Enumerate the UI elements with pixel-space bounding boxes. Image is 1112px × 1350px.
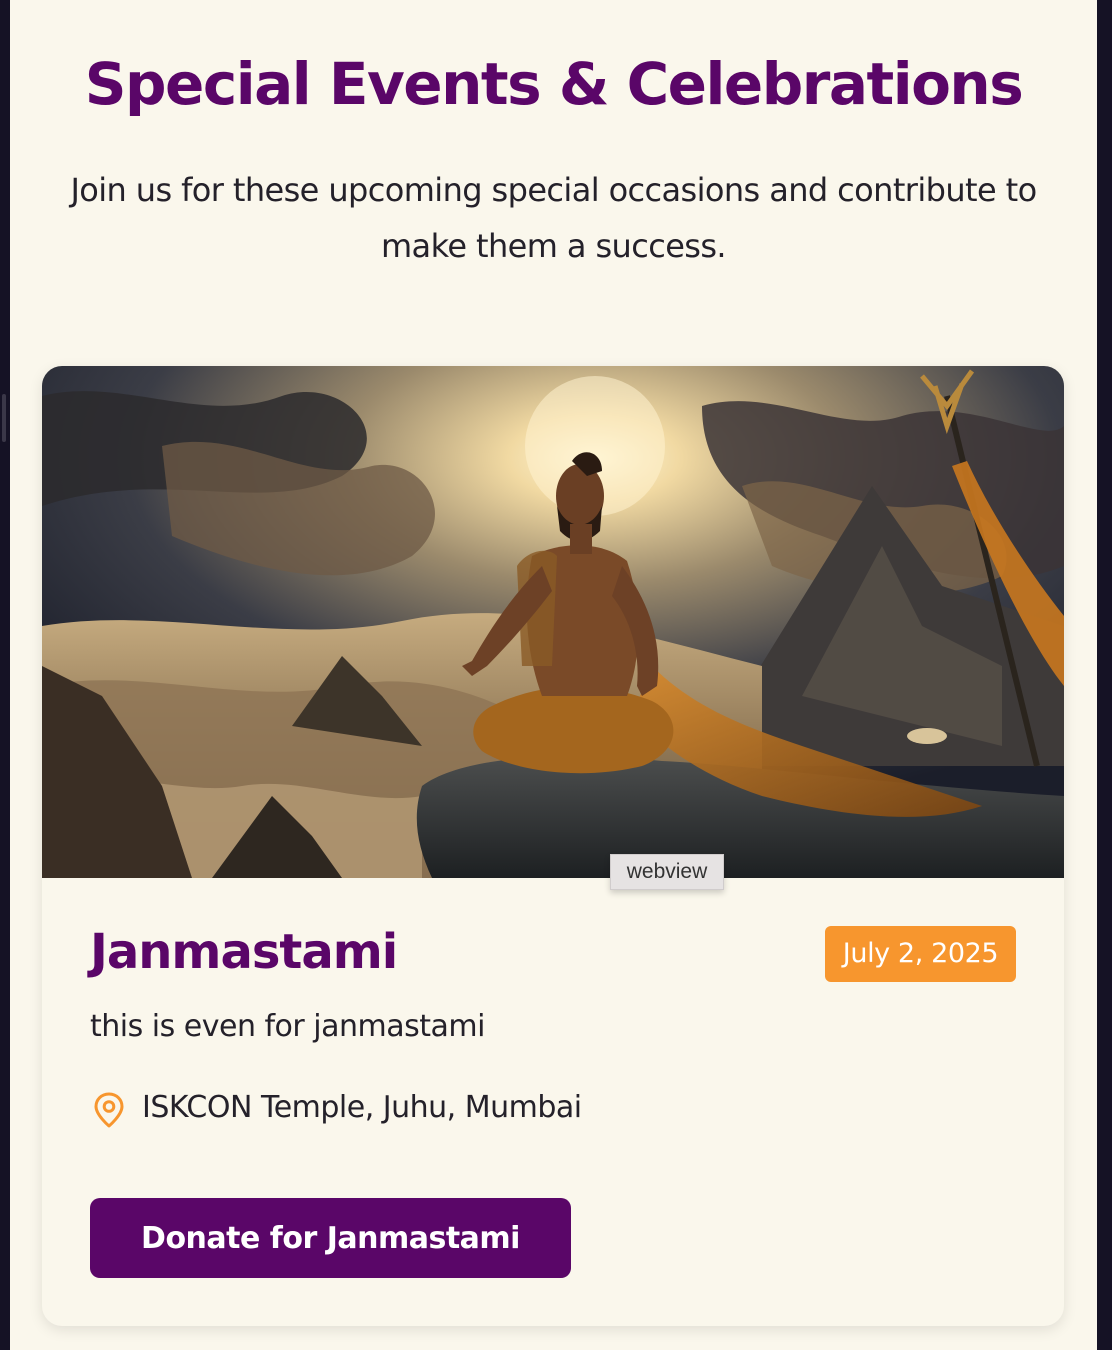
event-image (42, 366, 1064, 878)
section-subtitle: Join us for these upcoming special occas… (70, 171, 1037, 265)
section-title: Special Events & Celebrations (84, 50, 1024, 118)
window-edge-handle (2, 394, 6, 442)
event-date-badge: July 2, 2025 (825, 926, 1016, 982)
meditating-figure-illustration (42, 366, 1064, 878)
event-description: this is even for janmastami (90, 1009, 485, 1044)
event-card: webview Janmastami July 2, 2025 this is … (42, 366, 1064, 1326)
map-pin-icon (92, 1092, 126, 1128)
webview-label: webview (610, 854, 724, 890)
event-title: Janmastami (90, 924, 398, 980)
event-location: ISKCON Temple, Juhu, Mumbai (142, 1090, 582, 1125)
events-section: Special Events & Celebrations Join us fo… (10, 0, 1097, 1350)
donate-button[interactable]: Donate for Janmastami (90, 1198, 571, 1278)
